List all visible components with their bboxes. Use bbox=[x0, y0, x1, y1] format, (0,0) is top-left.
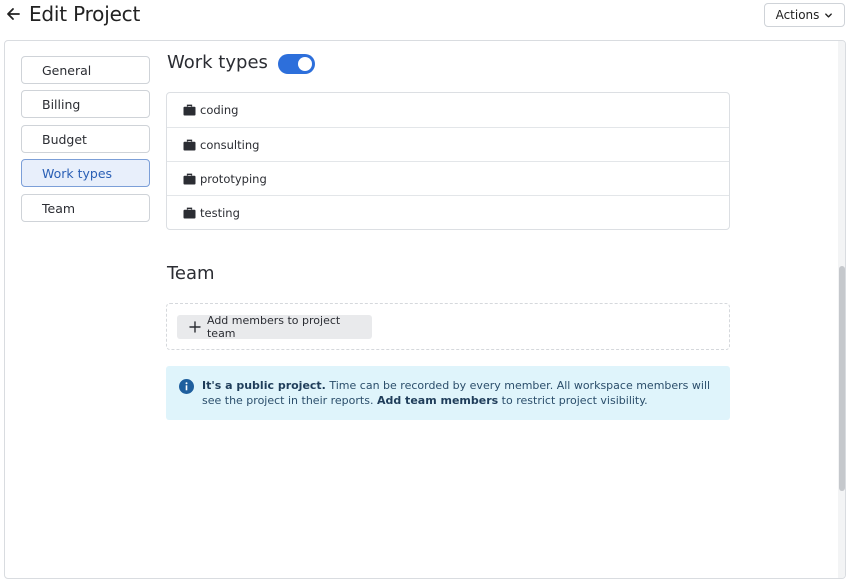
actions-button[interactable]: Actions bbox=[764, 3, 845, 27]
actions-button-label: Actions bbox=[775, 8, 820, 22]
notice-strong: It's a public project. bbox=[202, 379, 326, 392]
page-title: Edit Project bbox=[29, 2, 141, 26]
info-icon bbox=[179, 379, 194, 394]
chevron-down-icon bbox=[825, 12, 833, 18]
work-type-label: testing bbox=[200, 205, 240, 220]
nav-item-label: Team bbox=[42, 200, 76, 216]
briefcase-icon bbox=[183, 104, 196, 116]
work-type-label: prototyping bbox=[200, 171, 267, 186]
work-type-label: consulting bbox=[200, 137, 260, 152]
work-type-label: coding bbox=[200, 103, 239, 117]
team-members-box: Add members to project team bbox=[166, 303, 730, 350]
work-type-row[interactable]: coding bbox=[167, 93, 729, 127]
notice-tail: to restrict project visibility. bbox=[498, 394, 648, 407]
nav-item-label: General bbox=[42, 62, 92, 78]
top-bar: Edit Project Actions bbox=[0, 0, 850, 32]
nav-item-label: Billing bbox=[42, 96, 81, 112]
work-type-row[interactable]: consulting bbox=[167, 127, 729, 161]
add-members-button[interactable]: Add members to project team bbox=[177, 314, 372, 340]
scrollbar-thumb[interactable] bbox=[839, 266, 845, 491]
scrollbar[interactable] bbox=[838, 41, 845, 578]
work-types-toggle[interactable] bbox=[278, 54, 315, 74]
briefcase-icon bbox=[183, 173, 196, 184]
project-settings-card: General Billing Budget Work types Team W… bbox=[4, 40, 846, 579]
nav-item-budget[interactable]: Budget bbox=[21, 125, 150, 153]
nav-item-billing[interactable]: Billing bbox=[21, 90, 150, 118]
briefcase-icon bbox=[183, 207, 196, 218]
arrow-left-icon[interactable] bbox=[5, 6, 21, 22]
work-type-row[interactable]: testing bbox=[167, 195, 729, 229]
nav-item-general[interactable]: General bbox=[21, 56, 150, 84]
nav-item-label: Work types bbox=[42, 165, 113, 181]
work-types-title: Work types bbox=[167, 52, 268, 73]
add-members-label: Add members to project team bbox=[206, 314, 341, 340]
toggle-knob bbox=[298, 57, 312, 71]
nav-item-team[interactable]: Team bbox=[21, 194, 150, 222]
nav-item-label: Budget bbox=[42, 131, 87, 147]
nav-item-work-types[interactable]: Work types bbox=[21, 159, 150, 187]
work-type-row[interactable]: prototyping bbox=[167, 161, 729, 195]
briefcase-icon bbox=[183, 139, 196, 150]
public-project-notice: It's a public project. Time can be recor… bbox=[166, 366, 730, 420]
notice-text: It's a public project. Time can be recor… bbox=[202, 378, 712, 408]
add-team-members-link[interactable]: Add team members bbox=[377, 394, 498, 407]
plus-icon bbox=[189, 321, 201, 333]
work-types-list: coding consulting prototyping testing bbox=[166, 92, 730, 230]
team-title: Team bbox=[167, 263, 215, 284]
